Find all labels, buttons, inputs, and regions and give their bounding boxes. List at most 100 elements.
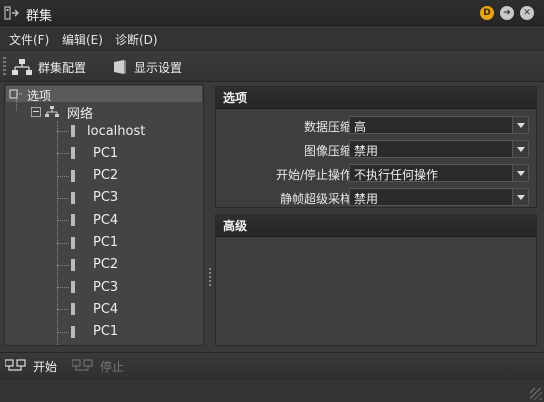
tree-item-network[interactable]: 网络 xyxy=(31,102,93,122)
computer-icon xyxy=(71,147,75,160)
network-node-icon xyxy=(45,106,59,117)
toolbar-grip[interactable] xyxy=(3,57,6,75)
start-stop-action-select[interactable]: 不执行任何操作 xyxy=(349,164,529,182)
app-icon xyxy=(4,6,19,20)
display-icon xyxy=(114,60,126,74)
tree-item-node[interactable]: PC1 xyxy=(71,233,118,253)
data-compression-row: 数据压缩高 xyxy=(216,115,536,135)
tree-label-node: PC1 xyxy=(93,324,119,340)
computer-icon xyxy=(71,325,75,338)
tree-connector xyxy=(57,331,69,333)
image-compression-value: 禁用 xyxy=(354,144,379,158)
start-label: 开始 xyxy=(33,359,58,374)
close-icon[interactable]: ✕ xyxy=(520,6,534,20)
computer-icon xyxy=(71,169,75,182)
options-group-title: 选项 xyxy=(216,87,536,109)
data-compression-select[interactable]: 高 xyxy=(349,116,529,134)
resize-grip[interactable] xyxy=(530,388,542,400)
computer-icon xyxy=(71,281,75,294)
image-compression-label: 图像压缩 xyxy=(303,144,352,158)
tree-item-node[interactable]: PC3 xyxy=(71,277,118,297)
tree-item-node[interactable]: PC2 xyxy=(71,166,118,186)
title-bar: 群集 D ➜ ✕ xyxy=(0,0,544,26)
start-stop-action-row: 开始/停止操作 不执行任何操作 xyxy=(216,163,536,183)
computer-icon xyxy=(71,125,75,137)
computer-icon xyxy=(71,258,75,271)
tree-connector xyxy=(57,121,58,345)
cluster-config-button[interactable]: 群集配置 xyxy=(12,56,86,78)
data-compression-value: 高 xyxy=(354,120,367,134)
tree-panel: 选项 网络 localhost PC1 PC2 PC3 PC4 PC1 PC2 PC3 PC4 P… xyxy=(4,84,204,346)
tree-item-node[interactable]: PC1 xyxy=(71,322,118,342)
menu-edit[interactable]: 编辑(E) xyxy=(62,31,103,48)
tree-item-node[interactable]: PC3 xyxy=(71,188,118,208)
tree-label-node: PC2 xyxy=(93,168,119,184)
bottom-toolbar: 开始 停止 xyxy=(0,352,544,378)
network-icon xyxy=(12,59,32,75)
tree-connector xyxy=(57,287,69,289)
start-icon xyxy=(5,359,26,371)
image-compression-row: 图像压缩 禁用 xyxy=(216,139,536,159)
options-group: 选项 数据压缩高图像压缩 禁用 开始/停止操作 不执行任何操作 静帧超级采样 禁用 xyxy=(215,86,537,208)
chevron-down-icon[interactable] xyxy=(512,189,528,205)
tree-connector xyxy=(57,264,69,266)
computer-icon xyxy=(71,303,75,316)
stop-label: 停止 xyxy=(100,359,125,374)
window-title: 群集 xyxy=(26,9,53,24)
image-compression-select[interactable]: 禁用 xyxy=(349,140,529,158)
menu-diagnose[interactable]: 诊断(D) xyxy=(115,31,158,48)
stop-icon xyxy=(72,359,93,371)
still-frame-supersampling-row: 静帧超级采样 禁用 xyxy=(216,187,536,207)
tree-connector xyxy=(57,242,69,244)
panel-splitter[interactable] xyxy=(206,84,214,346)
still-frame-supersampling-label: 静帧超级采样 xyxy=(279,192,352,206)
toolbar: 群集配置 显示设置 xyxy=(0,50,544,82)
chevron-down-icon[interactable] xyxy=(512,117,528,133)
advanced-group: 高级 xyxy=(215,214,537,346)
tree-connector xyxy=(16,99,17,111)
stop-button[interactable]: 停止 xyxy=(72,355,124,377)
chevron-down-icon[interactable] xyxy=(512,141,528,157)
still-frame-supersampling-select[interactable]: 禁用 xyxy=(349,188,529,206)
tree-item-node[interactable]: PC4 xyxy=(71,210,118,230)
menu-bar: 文件(F) 编辑(E) 诊断(D) xyxy=(0,26,544,50)
arrow-right-icon[interactable]: ➜ xyxy=(500,6,514,20)
start-button[interactable]: 开始 xyxy=(5,355,57,377)
tree-label-node: PC4 xyxy=(93,301,119,317)
tree-item-node[interactable]: PC1 xyxy=(71,143,118,163)
cluster-config-label: 群集配置 xyxy=(38,60,87,75)
collapse-icon[interactable] xyxy=(31,107,41,117)
tree-connector xyxy=(57,131,69,132)
chevron-down-icon[interactable] xyxy=(512,165,528,181)
tree-label-options: 选项 xyxy=(27,88,52,103)
tree-label-network: 网络 xyxy=(67,106,94,122)
menu-file[interactable]: 文件(F) xyxy=(9,31,49,48)
advanced-group-title: 高级 xyxy=(216,215,536,237)
display-settings-label: 显示设置 xyxy=(134,60,183,75)
start-stop-action-label: 开始/停止操作 xyxy=(275,168,352,182)
computer-icon xyxy=(71,191,75,204)
tree-label-node: PC4 xyxy=(93,212,119,228)
tree-connector xyxy=(57,175,69,177)
tree-label-node: PC3 xyxy=(93,279,119,295)
tree-item-node[interactable]: PC2 xyxy=(71,344,118,345)
computer-icon xyxy=(71,214,75,227)
tree-connector xyxy=(57,153,69,155)
start-stop-action-value: 不执行任何操作 xyxy=(354,168,439,182)
tree-label-node: PC2 xyxy=(93,257,119,273)
status-bar xyxy=(0,378,544,402)
tree-item-node[interactable]: PC2 xyxy=(71,255,118,275)
data-compression-label: 数据压缩 xyxy=(303,120,352,134)
help-d-icon[interactable]: D xyxy=(480,6,494,20)
properties-panel: 选项 数据压缩高图像压缩 禁用 开始/停止操作 不执行任何操作 静帧超级采样 禁用 高级 xyxy=(215,84,539,346)
computer-icon xyxy=(71,236,75,249)
tree-item-node[interactable]: localhost xyxy=(71,121,145,141)
display-settings-button[interactable]: 显示设置 xyxy=(112,56,182,78)
tree-label-node: PC1 xyxy=(93,145,119,161)
tree-connector xyxy=(57,197,69,199)
tree-label-node: PC3 xyxy=(93,190,119,206)
tree-item-node[interactable]: PC4 xyxy=(71,299,118,319)
tree-label-node: PC1 xyxy=(93,235,119,250)
tree-label-node: localhost xyxy=(87,123,146,139)
tree-connector xyxy=(57,309,69,311)
